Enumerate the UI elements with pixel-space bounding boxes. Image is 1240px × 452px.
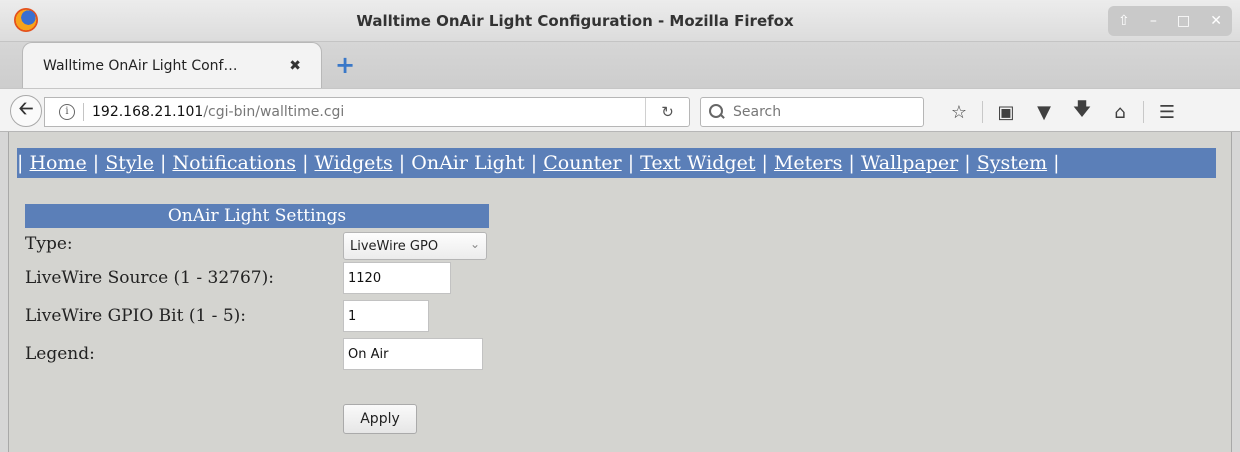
menu-item-notifications[interactable]: Notifications <box>172 152 296 174</box>
back-arrow-icon: 🡠 <box>18 98 34 119</box>
bookmark-star-icon[interactable]: ☆ <box>940 102 978 123</box>
hamburger-menu-icon[interactable]: ☰ <box>1148 102 1186 123</box>
menu-item-counter[interactable]: Counter <box>543 152 621 174</box>
legend-label: Legend: <box>25 344 95 364</box>
download-icon[interactable]: 🡇 <box>1063 97 1101 127</box>
window-close-icon[interactable]: ✕ <box>1210 13 1222 29</box>
window-controls: ⇧ – □ ✕ <box>1108 6 1232 36</box>
tab-walltime[interactable]: Walltime OnAir Light Conf… ✖ <box>22 42 322 88</box>
menu-item-style[interactable]: Style <box>105 152 154 174</box>
page-content: | Home | Style | Notifications | Widgets… <box>8 132 1232 452</box>
window-shade-icon[interactable]: ⇧ <box>1118 13 1130 29</box>
settings-header: OnAir Light Settings <box>25 204 489 228</box>
site-navigation-menu: | Home | Style | Notifications | Widgets… <box>17 148 1216 178</box>
menu-item-wallpaper[interactable]: Wallpaper <box>861 152 958 174</box>
menu-item-system[interactable]: System <box>977 152 1047 174</box>
menu-item-text-widget[interactable]: Text Widget <box>640 152 755 174</box>
legend-input[interactable]: On Air <box>343 338 483 370</box>
toolbar-separator <box>982 101 983 123</box>
back-button[interactable]: 🡠 <box>10 95 42 127</box>
url-bar[interactable]: i 192.168.21.101 /cgi-bin/walltime.cgi ↻ <box>44 97 690 127</box>
site-info-icon[interactable]: i <box>59 104 75 120</box>
window-title: Walltime OnAir Light Configuration - Moz… <box>356 12 794 30</box>
type-label: Type: <box>25 234 73 254</box>
reload-icon[interactable]: ↻ <box>645 98 689 126</box>
search-input[interactable]: Search <box>700 97 924 127</box>
new-tab-button[interactable]: + <box>332 52 358 78</box>
tab-title: Walltime OnAir Light Conf… <box>43 57 238 74</box>
source-input[interactable]: 1120 <box>343 262 451 294</box>
window-maximize-icon[interactable]: □ <box>1177 13 1190 29</box>
toolbar-icons: ☆ ▣ ▼ 🡇 ⌂ ☰ <box>940 97 1186 127</box>
apply-button[interactable]: Apply <box>343 404 417 434</box>
navigation-toolbar: 🡠 i 192.168.21.101 /cgi-bin/walltime.cgi… <box>0 88 1240 132</box>
menu-item-meters[interactable]: Meters <box>774 152 842 174</box>
search-icon <box>709 104 725 120</box>
source-label: LiveWire Source (1 - 32767): <box>25 268 274 288</box>
chevron-down-icon: ⌄ <box>469 237 480 251</box>
type-select[interactable]: LiveWire GPO ⌄ <box>343 232 487 260</box>
gpio-bit-label: LiveWire GPIO Bit (1 - 5): <box>25 306 247 326</box>
url-path: /cgi-bin/walltime.cgi <box>203 104 345 120</box>
bookmarks-menu-icon[interactable]: ▣ <box>987 102 1025 123</box>
menu-item-home[interactable]: Home <box>29 152 86 174</box>
gpio-bit-input[interactable]: 1 <box>343 300 429 332</box>
toolbar-separator <box>1143 101 1144 123</box>
menu-item-onair-light-active: OnAir Light <box>411 152 525 174</box>
tab-close-icon[interactable]: ✖ <box>289 58 301 74</box>
url-host: 192.168.21.101 <box>92 104 204 120</box>
search-placeholder: Search <box>733 104 782 120</box>
window-minimize-icon[interactable]: – <box>1150 13 1157 29</box>
pocket-icon[interactable]: ▼ <box>1025 102 1063 123</box>
home-icon[interactable]: ⌂ <box>1101 102 1139 123</box>
menu-item-widgets[interactable]: Widgets <box>315 152 393 174</box>
tab-strip: Walltime OnAir Light Conf… ✖ + <box>0 42 1240 88</box>
window-titlebar: Walltime OnAir Light Configuration - Moz… <box>0 0 1240 42</box>
url-separator <box>83 103 84 121</box>
type-select-value: LiveWire GPO <box>350 238 439 254</box>
